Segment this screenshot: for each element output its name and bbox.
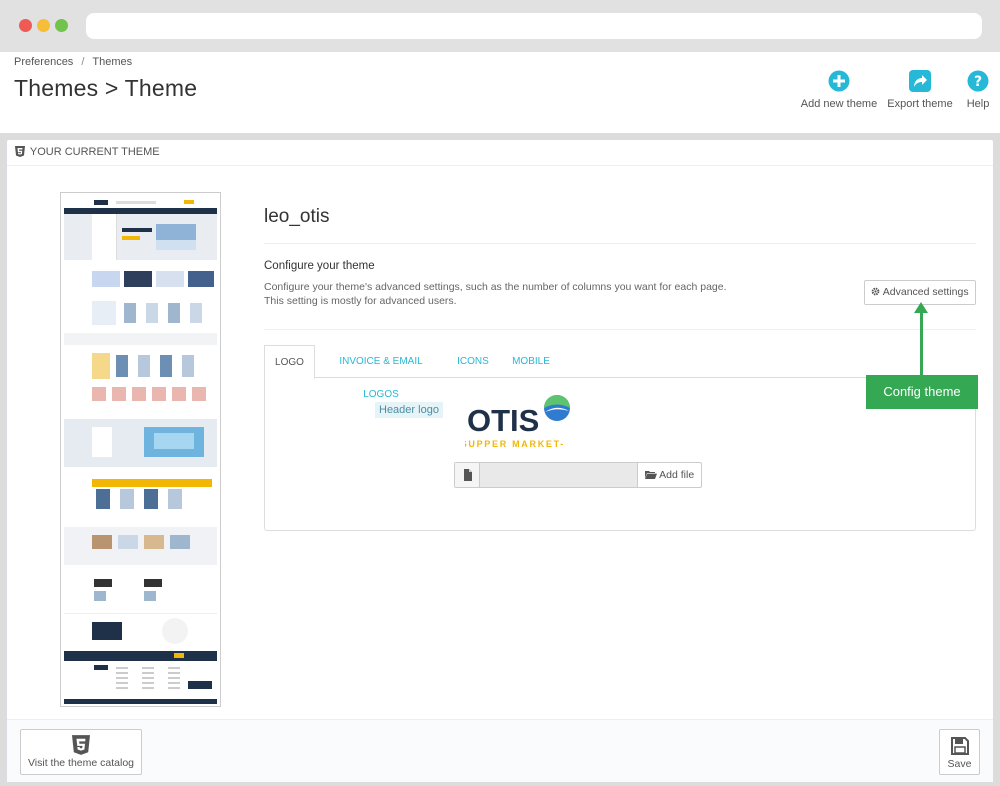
preview-blog <box>64 527 217 565</box>
breadcrumb: Preferences / Themes <box>14 56 132 68</box>
add-file-label: Add file <box>659 469 695 481</box>
visit-theme-catalog-label: Visit the theme catalog <box>27 757 135 769</box>
save-button[interactable]: Save <box>939 729 980 775</box>
window-close-dot[interactable] <box>19 19 32 32</box>
preview-brands <box>64 333 217 345</box>
page-title: Themes > Theme <box>14 75 198 101</box>
add-new-theme-button[interactable]: Add new theme <box>800 70 878 110</box>
svg-text:?: ? <box>974 74 982 90</box>
breadcrumb-themes[interactable]: Themes <box>92 56 132 68</box>
preview-hero <box>64 214 217 260</box>
address-bar[interactable] <box>86 13 982 39</box>
preview-banners <box>64 267 217 295</box>
preview-tv-banner <box>64 419 217 467</box>
advanced-settings-label: Advanced settings <box>882 286 969 298</box>
add-file-button[interactable]: Add file <box>637 463 701 487</box>
export-theme-button[interactable]: Export theme <box>886 70 954 110</box>
add-new-theme-label: Add new theme <box>800 98 878 110</box>
tab-logo[interactable]: LOGO <box>264 345 315 379</box>
window-maximize-dot[interactable] <box>55 19 68 32</box>
preview-topbar <box>64 196 217 208</box>
config-desc-line2: This setting is mostly for advanced user… <box>264 295 457 307</box>
config-desc-line1: Configure your theme's advanced settings… <box>264 281 727 293</box>
save-icon <box>950 737 969 755</box>
preview-products-2 <box>64 349 217 415</box>
window-minimize-dot[interactable] <box>37 19 50 32</box>
divider <box>264 243 976 244</box>
gear-icon <box>872 287 880 296</box>
plus-circle-icon <box>828 70 850 92</box>
panel-heading: YOUR CURRENT THEME <box>7 140 993 166</box>
tab-icons[interactable]: ICONS <box>450 345 496 379</box>
config-theme-annotation: Config theme <box>866 375 978 409</box>
file-upload: Add file <box>454 462 702 488</box>
preview-footer <box>64 661 217 699</box>
file-path-input[interactable] <box>480 463 637 487</box>
page-header: Preferences / Themes Themes > Theme Add ne… <box>0 52 1000 134</box>
export-theme-label: Export theme <box>887 98 953 110</box>
logo-tabs: LOGO INVOICE & EMAIL LOGOS ICONS MOBILE <box>264 345 976 400</box>
question-circle-icon: ? <box>967 70 989 92</box>
annotation-line <box>920 308 923 375</box>
share-icon <box>909 70 931 92</box>
svg-text:-SUPPER MARKET-: -SUPPER MARKET- <box>465 439 565 449</box>
panel-footer: Visit the theme catalog Save <box>7 719 993 782</box>
current-theme-panel: YOUR CURRENT THEME leo_otis Configure yo… <box>6 139 994 782</box>
panel-heading-text: YOUR CURRENT THEME <box>29 146 160 158</box>
theme-name: leo_otis <box>264 206 330 227</box>
tab-invoice-email-logos[interactable]: INVOICE & EMAIL LOGOS <box>322 345 440 400</box>
otis-logo: OTIS -SUPPER MARKET- <box>456 392 575 452</box>
folder-open-icon <box>644 471 657 479</box>
divider <box>264 329 976 330</box>
help-label: Help <box>966 98 990 110</box>
config-description: Configure your theme's advanced settings… <box>264 280 727 308</box>
header-logo-label: Header logo <box>375 402 443 418</box>
config-title: Configure your theme <box>264 260 375 272</box>
theme-preview-image[interactable] <box>60 192 221 707</box>
preview-products-3 <box>64 475 217 519</box>
visit-theme-catalog-button[interactable]: Visit the theme catalog <box>20 729 142 775</box>
preview-newsletter <box>64 651 217 661</box>
html5-icon <box>72 735 90 755</box>
breadcrumb-preferences[interactable]: Preferences <box>14 56 73 68</box>
svg-text:OTIS: OTIS <box>467 403 539 438</box>
preview-copyright <box>64 699 217 704</box>
html5-icon <box>15 146 25 157</box>
save-label: Save <box>947 758 972 770</box>
breadcrumb-separator: / <box>81 56 85 68</box>
file-icon <box>455 463 480 487</box>
browser-chrome <box>0 0 1000 52</box>
help-button[interactable]: ? Help <box>962 70 994 110</box>
tab-mobile[interactable]: MOBILE <box>506 345 556 379</box>
preview-products-4 <box>64 573 217 611</box>
preview-products-1 <box>64 297 217 331</box>
preview-testimonial <box>64 613 217 649</box>
